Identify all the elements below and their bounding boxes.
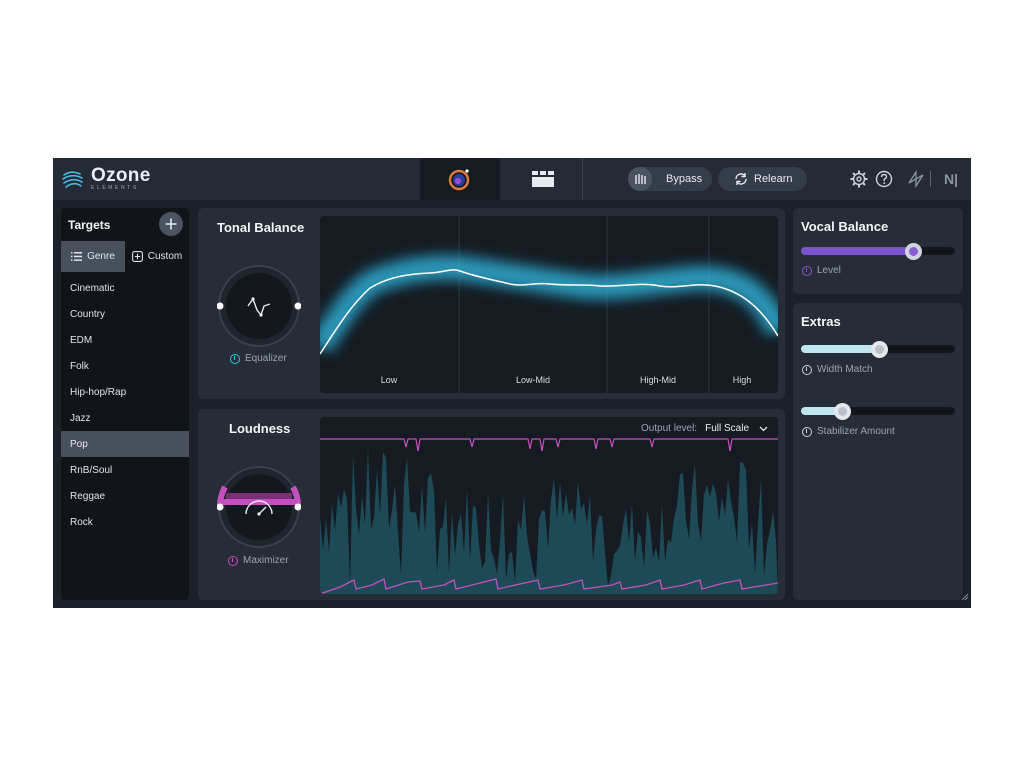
modules-grid-icon (532, 171, 554, 187)
slider-thumb[interactable] (834, 403, 852, 420)
vocal-level-label: Level (817, 265, 841, 276)
output-level-label: Output level: (640, 423, 698, 434)
add-box-icon (131, 251, 143, 262)
izotope-link-button[interactable] (906, 169, 926, 189)
genre-item[interactable]: EDM (61, 327, 189, 353)
tab-genre[interactable]: Genre (61, 241, 125, 272)
add-target-button[interactable] (159, 212, 183, 236)
output-level-value: Full Scale (705, 423, 749, 434)
vocal-balance-title: Vocal Balance (801, 219, 889, 234)
extras-title: Extras (801, 314, 841, 329)
slider-thumb[interactable] (904, 243, 922, 260)
width-match-slider[interactable] (801, 341, 955, 358)
vocal-balance-panel: Vocal Balance Level (793, 208, 963, 294)
loudness-graph: Output level: Full Scale (320, 417, 778, 594)
plus-icon (165, 218, 177, 230)
tab-custom[interactable]: Custom (125, 241, 189, 272)
relearn-label: Relearn (754, 173, 793, 185)
targets-title: Targets (68, 218, 111, 232)
genre-item[interactable]: RnB/Soul (61, 457, 189, 483)
stabilizer-label: Stabilizer Amount (817, 426, 895, 437)
resize-handle[interactable] (961, 588, 969, 606)
band-label: High (732, 375, 752, 385)
genre-item[interactable]: Cinematic (61, 275, 189, 301)
maximizer-label: Maximizer (243, 555, 289, 566)
relearn-button[interactable]: Relearn (718, 167, 807, 191)
vocal-level-toggle[interactable]: Level (802, 265, 841, 276)
tonal-balance-title: Tonal Balance (217, 220, 305, 235)
tab-assistant[interactable] (420, 158, 500, 200)
genre-item[interactable]: Rock (61, 509, 189, 535)
genre-item[interactable]: Hip-hop/Rap (61, 379, 189, 405)
tab-modules[interactable] (506, 158, 580, 200)
band-label: Low-Mid (515, 375, 551, 385)
refresh-icon (734, 172, 748, 186)
targets-sidebar: Targets Genre Custom Cinematic Country EDM… (61, 208, 189, 600)
stabilizer-toggle[interactable]: Stabilizer Amount (802, 426, 895, 437)
genre-item[interactable]: Country (61, 301, 189, 327)
power-icon (802, 265, 812, 276)
power-icon (802, 364, 812, 375)
equalizer-toggle[interactable]: Equalizer (230, 353, 287, 364)
targets-header: Targets (61, 208, 189, 240)
band-label: High-Mid (639, 375, 677, 385)
ozone-app-window: Ozone ELEMENTS Bypass Relearn N| Targets… (53, 158, 971, 608)
loudness-waveform-svg (320, 438, 778, 594)
logo-title: Ozone (91, 165, 151, 186)
slider-thumb[interactable] (871, 341, 889, 358)
band-label: Low (380, 375, 398, 385)
chevron-down-icon (759, 426, 768, 431)
maximizer-toggle[interactable]: Maximizer (228, 555, 289, 566)
gear-icon (850, 170, 868, 188)
ozone-logo: Ozone ELEMENTS (61, 166, 151, 192)
ozone-swirl-icon (62, 171, 83, 188)
equalizer-label: Equalizer (245, 353, 287, 364)
width-match-label: Width Match (817, 364, 873, 375)
settings-button[interactable] (849, 169, 869, 189)
maximizer-knob[interactable] (216, 465, 302, 549)
vocal-level-slider[interactable] (801, 243, 955, 260)
bypass-label: Bypass (666, 173, 703, 185)
stabilizer-amount-slider[interactable] (801, 403, 955, 420)
list-icon (71, 252, 83, 261)
tab-custom-label: Custom (147, 251, 183, 262)
output-level-selector[interactable]: Output level: Full Scale (641, 423, 768, 434)
equalizer-knob[interactable] (216, 264, 302, 348)
help-icon (875, 170, 893, 188)
extras-panel: Extras Width Match Stabilizer Amount (793, 303, 963, 600)
assistant-orb-icon (448, 169, 470, 191)
power-icon (802, 426, 812, 437)
slider-fill (801, 247, 914, 255)
genre-item[interactable]: Folk (61, 353, 189, 379)
help-button[interactable] (874, 169, 894, 189)
power-icon (228, 555, 238, 566)
power-icon (230, 353, 240, 364)
izotope-icon (908, 169, 924, 189)
top-bar: Ozone ELEMENTS Bypass Relearn N| (53, 158, 971, 200)
bypass-icon (628, 167, 652, 191)
bypass-button[interactable]: Bypass (628, 167, 712, 191)
tonal-curve-svg (320, 216, 778, 393)
tab-genre-label: Genre (87, 251, 115, 262)
genre-item[interactable]: Jazz (61, 405, 189, 431)
width-match-toggle[interactable]: Width Match (802, 364, 873, 375)
tonal-balance-graph: Low Low-Mid High-Mid High (320, 216, 778, 393)
ni-logo: N| (943, 171, 959, 187)
tonal-balance-panel: Tonal Balance Equalizer Low Low-Mid High… (198, 208, 785, 399)
genre-item[interactable]: Reggae (61, 483, 189, 509)
loudness-title: Loudness (229, 421, 291, 436)
divider (930, 171, 931, 187)
slider-fill (801, 345, 880, 353)
loudness-panel: Loudness Maximizer Output level: Full Sc… (198, 409, 785, 600)
divider (582, 158, 583, 200)
genre-item[interactable]: Pop (61, 431, 189, 457)
native-instruments-button[interactable]: N| (938, 169, 964, 189)
resize-grip-icon (961, 593, 969, 601)
